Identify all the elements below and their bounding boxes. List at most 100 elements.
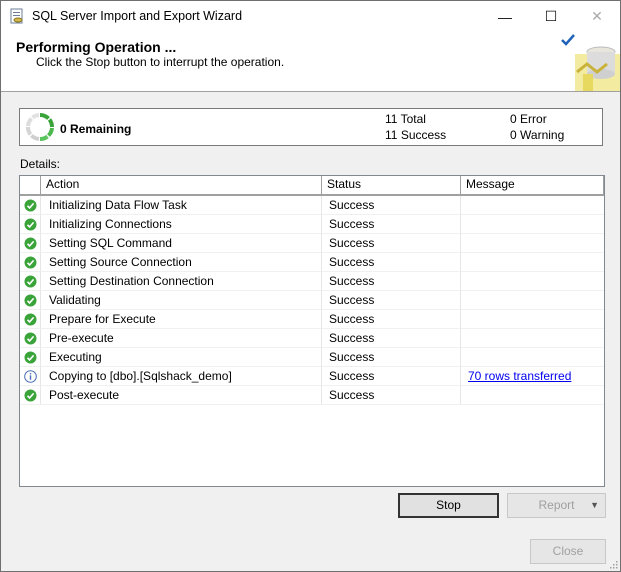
table-row[interactable]: Validating Success	[20, 291, 604, 310]
total-stat: 11 Total	[385, 112, 426, 126]
message-cell	[461, 348, 604, 367]
success-icon	[24, 294, 37, 307]
app-icon	[10, 8, 23, 24]
warning-stat: 0 Warning	[510, 128, 564, 142]
message-cell	[461, 386, 604, 405]
success-icon	[24, 237, 37, 250]
error-stat: 0 Error	[510, 112, 547, 126]
report-button[interactable]: Report ▼	[507, 493, 606, 518]
action-cell: Initializing Data Flow Task	[41, 196, 322, 215]
message-cell	[461, 310, 604, 329]
success-icon	[24, 199, 37, 212]
status-cell: Success	[322, 253, 461, 272]
message-cell	[461, 291, 604, 310]
message-cell: 70 rows transferred	[461, 367, 604, 386]
status-icon-cell	[20, 310, 41, 329]
table-row[interactable]: Setting Destination Connection Success	[20, 272, 604, 291]
page-subtitle: Click the Stop button to interrupt the o…	[36, 55, 285, 69]
action-cell: Initializing Connections	[41, 215, 322, 234]
header-action[interactable]: Action	[41, 176, 322, 194]
status-cell: Success	[322, 196, 461, 215]
table-row[interactable]: Post-execute Success	[20, 386, 604, 405]
summary-panel: 0 Remaining 11 Total 11 Success 0 Error …	[19, 108, 603, 146]
table-row[interactable]: Executing Success	[20, 348, 604, 367]
minimize-button[interactable]: —	[482, 1, 528, 32]
action-cell: Setting SQL Command	[41, 234, 322, 253]
message-cell	[461, 253, 604, 272]
success-icon	[24, 218, 37, 231]
table-row[interactable]: Setting SQL Command Success	[20, 234, 604, 253]
details-table[interactable]: Action Status Message Initializing Data …	[19, 175, 605, 487]
warning-count: 0	[510, 128, 517, 142]
status-icon-cell	[20, 291, 41, 310]
header-message[interactable]: Message	[461, 176, 604, 194]
success-icon	[24, 351, 37, 364]
status-cell: Success	[322, 386, 461, 405]
status-icon-cell	[20, 272, 41, 291]
resize-grip-icon[interactable]	[608, 559, 618, 569]
status-icon-cell	[20, 196, 41, 215]
maximize-button[interactable]: ☐	[528, 1, 574, 32]
total-label: Total	[400, 112, 426, 126]
page-title: Performing Operation ...	[16, 39, 177, 55]
action-cell: Prepare for Execute	[41, 310, 322, 329]
message-cell	[461, 196, 604, 215]
total-count: 11	[385, 112, 398, 126]
table-row[interactable]: Initializing Data Flow Task Success	[20, 196, 604, 215]
action-cell: Pre-execute	[41, 329, 322, 348]
status-cell: Success	[322, 310, 461, 329]
success-stat: 11 Success	[385, 128, 446, 142]
wizard-header: Performing Operation ... Click the Stop …	[1, 32, 620, 92]
status-cell: Success	[322, 367, 461, 386]
progress-spinner-icon	[26, 112, 54, 141]
message-cell	[461, 234, 604, 253]
stop-button[interactable]: Stop	[398, 493, 499, 518]
warning-label: Warning	[520, 128, 565, 142]
wizard-banner-icon	[561, 34, 620, 91]
table-row[interactable]: Initializing Connections Success	[20, 215, 604, 234]
success-count: 11	[385, 128, 398, 142]
success-label: Success	[400, 128, 447, 142]
success-icon	[24, 256, 37, 269]
action-cell: Post-execute	[41, 386, 322, 405]
action-cell: Setting Source Connection	[41, 253, 322, 272]
title-bar[interactable]: SQL Server Import and Export Wizard — ☐ …	[1, 1, 620, 32]
status-icon-cell	[20, 348, 41, 367]
table-row[interactable]: Pre-execute Success	[20, 329, 604, 348]
chevron-down-icon: ▼	[590, 500, 599, 510]
action-cell: Validating	[41, 291, 322, 310]
message-cell	[461, 329, 604, 348]
remaining-count: 0 Remaining	[60, 122, 132, 136]
table-row[interactable]: Setting Source Connection Success	[20, 253, 604, 272]
success-icon	[24, 313, 37, 326]
status-cell: Success	[322, 234, 461, 253]
table-header: Action Status Message	[20, 176, 604, 196]
window-title: SQL Server Import and Export Wizard	[32, 9, 243, 23]
table-row[interactable]: Copying to [dbo].[Sqlshack_demo] Success 7…	[20, 367, 604, 386]
message-cell	[461, 215, 604, 234]
status-cell: Success	[322, 272, 461, 291]
action-cell: Executing	[41, 348, 322, 367]
message-cell	[461, 272, 604, 291]
success-icon	[24, 389, 37, 402]
close-window-button[interactable]: ✕	[574, 1, 620, 32]
action-cell: Copying to [dbo].[Sqlshack_demo]	[41, 367, 322, 386]
wizard-window: SQL Server Import and Export Wizard — ☐ …	[0, 0, 621, 572]
details-label: Details:	[20, 157, 61, 171]
status-icon-cell	[20, 386, 41, 405]
info-icon	[24, 370, 37, 383]
success-icon	[24, 275, 37, 288]
status-cell: Success	[322, 329, 461, 348]
status-icon-cell	[20, 253, 41, 272]
status-icon-cell	[20, 215, 41, 234]
error-count: 0	[510, 112, 517, 126]
header-status[interactable]: Status	[322, 176, 461, 194]
status-icon-cell	[20, 234, 41, 253]
action-cell: Setting Destination Connection	[41, 272, 322, 291]
message-link[interactable]: 70 rows transferred	[468, 369, 571, 383]
header-icon-column[interactable]	[20, 176, 41, 194]
status-cell: Success	[322, 291, 461, 310]
close-button[interactable]: Close	[530, 539, 606, 564]
status-cell: Success	[322, 348, 461, 367]
table-row[interactable]: Prepare for Execute Success	[20, 310, 604, 329]
